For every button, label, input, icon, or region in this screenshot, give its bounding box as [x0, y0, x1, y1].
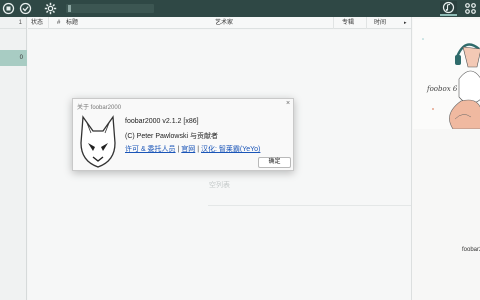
music-view-button[interactable]	[440, 1, 457, 16]
cover-art: foobox 6	[413, 19, 480, 129]
divider	[208, 205, 428, 206]
column-divider	[48, 17, 49, 29]
music-note-icon	[442, 1, 455, 14]
empty-playlist-text: 空列表	[209, 182, 230, 189]
now-playing-title: foobar2000	[462, 247, 480, 253]
ok-button[interactable]: 确定	[258, 157, 291, 168]
fox-mascot-illustration: foobox 6	[422, 38, 480, 129]
license-link[interactable]: 许可 & 委托人员	[125, 146, 176, 153]
main-toolbar	[0, 0, 480, 17]
column-menu-arrow-icon[interactable]: ▸	[404, 17, 407, 29]
about-dialog: 关于 foobar2000 × foobar2000 v2.1.2 [x86] …	[72, 98, 294, 171]
cover-caption: foobox 6	[426, 85, 458, 93]
pause-icon[interactable]	[19, 2, 32, 15]
playlist-manager: 1 0	[0, 17, 27, 300]
stop-icon[interactable]	[2, 2, 15, 15]
cover-panel: foobox 6 foobar2000	[411, 17, 480, 300]
localization-link[interactable]: 汉化: 智莱霸(YeYo)	[201, 146, 260, 153]
playlist-item-selected[interactable]: 0	[0, 50, 27, 66]
dialog-title: 关于 foobar2000	[77, 105, 122, 111]
column-title[interactable]: 标题	[66, 17, 78, 29]
column-artist[interactable]: 艺术家	[215, 17, 233, 29]
grid-icon[interactable]	[464, 2, 477, 15]
seek-handle[interactable]	[68, 5, 71, 12]
column-divider	[366, 17, 367, 29]
foobar-logo-icon	[80, 115, 116, 168]
column-time[interactable]: 时间	[374, 17, 386, 29]
column-status[interactable]: 状态	[31, 17, 43, 29]
column-number[interactable]: #	[57, 17, 60, 29]
seek-bar[interactable]	[66, 4, 154, 13]
column-album[interactable]: 专辑	[342, 17, 354, 29]
homepage-link[interactable]: 官网	[181, 146, 195, 153]
version-text: foobar2000 v2.1.2 [x86]	[125, 118, 199, 125]
copyright-text: (C) Peter Pawlowski 与贡献者	[125, 133, 218, 140]
playlist-count-header: 1	[0, 17, 26, 29]
close-icon[interactable]: ×	[283, 100, 293, 107]
playlist-column-header: 状态 # 标题 艺术家 专辑 时间 ▸	[28, 17, 411, 29]
dialog-links: 许可 & 委托人员 | 官网 | 汉化: 智莱霸(YeYo)	[125, 144, 260, 154]
column-divider	[333, 17, 334, 29]
settings-gear-icon[interactable]	[44, 2, 57, 15]
